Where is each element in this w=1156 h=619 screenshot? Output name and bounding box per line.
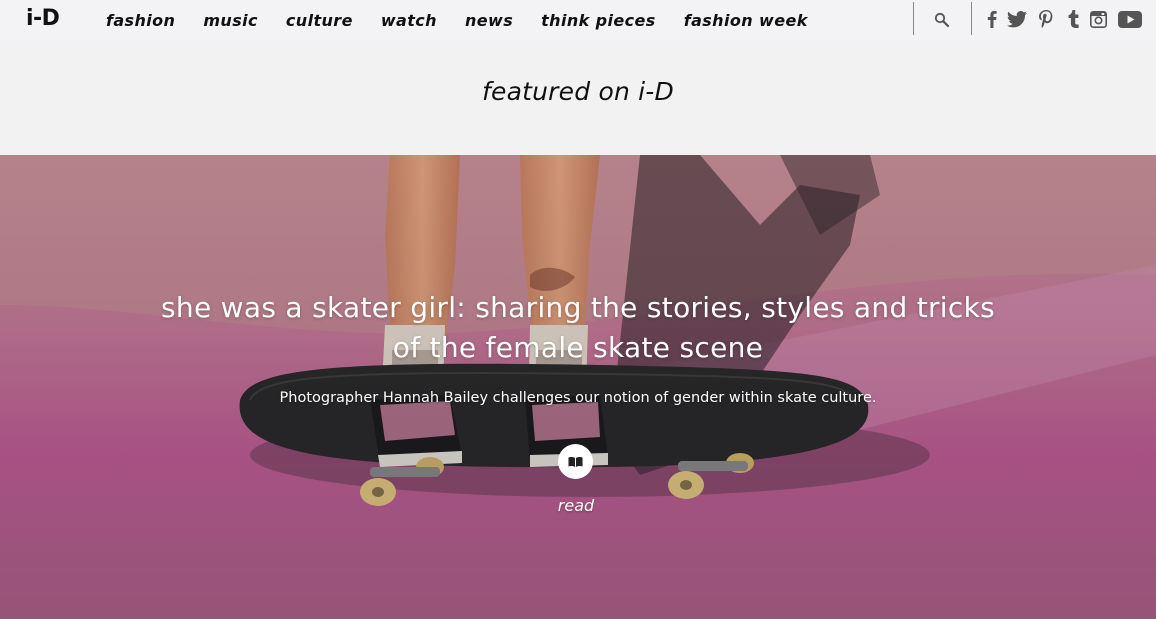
pinterest-link[interactable] xyxy=(1037,8,1055,30)
instagram-link[interactable] xyxy=(1088,8,1108,30)
youtube-icon xyxy=(1118,10,1142,28)
nav-link-culture[interactable]: culture xyxy=(286,11,353,30)
read-link[interactable]: read xyxy=(526,494,626,518)
instagram-icon xyxy=(1089,10,1107,28)
pinterest-icon xyxy=(1039,10,1053,28)
nav-link-music[interactable]: music xyxy=(203,11,258,30)
youtube-link[interactable] xyxy=(1117,8,1143,30)
search-icon xyxy=(934,12,950,28)
tumblr-link[interactable] xyxy=(1066,8,1080,30)
hero-subtitle: Photographer Hannah Bailey challenges ou… xyxy=(279,390,877,406)
nav-link-watch[interactable]: watch xyxy=(381,11,437,30)
tumblr-icon xyxy=(1068,10,1079,28)
nav-link-think-pieces[interactable]: think pieces xyxy=(541,11,656,30)
nav-divider xyxy=(913,2,914,35)
book-icon xyxy=(568,456,583,467)
featured-hero[interactable]: she was a skater girl: sharing the stori… xyxy=(0,155,1156,619)
nav-divider xyxy=(971,2,972,35)
featured-heading: featured on i-D xyxy=(482,77,674,106)
facebook-icon xyxy=(987,10,997,28)
main-menu: fashion music culture watch news think p… xyxy=(106,0,836,40)
read-button[interactable] xyxy=(558,444,593,479)
facebook-link[interactable] xyxy=(985,8,999,30)
nav-link-news[interactable]: news xyxy=(465,11,513,30)
nav-link-fashion-week[interactable]: fashion week xyxy=(684,11,808,30)
twitter-icon xyxy=(1007,10,1027,27)
twitter-link[interactable] xyxy=(1006,8,1028,30)
hero-title[interactable]: she was a skater girl: sharing the stori… xyxy=(150,288,1006,368)
search-button[interactable] xyxy=(930,8,954,32)
site-logo[interactable]: i-D xyxy=(26,5,60,33)
top-navigation: i-D fashion music culture watch news thi… xyxy=(0,0,1156,40)
nav-link-fashion[interactable]: fashion xyxy=(106,11,175,30)
featured-section-header: featured on i-D xyxy=(0,40,1156,155)
hero-content: she was a skater girl: sharing the stori… xyxy=(0,155,1156,619)
